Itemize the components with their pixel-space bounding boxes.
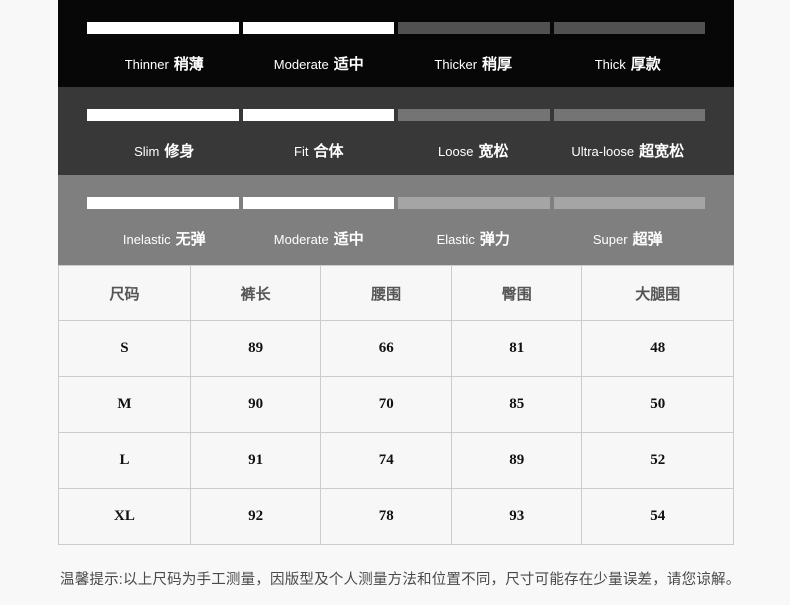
elasticity-label-inelastic: Inelastic 无弹 xyxy=(87,228,242,249)
fit-slim-en: Slim xyxy=(134,144,159,159)
thickness-segment-2 xyxy=(243,22,395,34)
thickness-thicker-zh: 稍厚 xyxy=(482,56,512,73)
fit-scale-labels: Slim 修身 Fit 合体 Loose 宽松 Ultra-loose 超宽松 xyxy=(87,140,705,161)
fit-segment-3 xyxy=(398,109,550,121)
elasticity-moderate-zh: 适中 xyxy=(334,231,364,248)
fit-scale-bar xyxy=(87,109,705,121)
cell-xl-hip: 93 xyxy=(451,489,582,545)
cell-s-hip: 81 xyxy=(451,321,582,377)
thickness-label-moderate: Moderate 适中 xyxy=(242,53,397,74)
fit-segment-4 xyxy=(554,109,706,121)
table-row-s: S 89 66 81 48 xyxy=(59,321,734,377)
table-row-m: M 90 70 85 50 xyxy=(59,377,734,433)
fit-label-slim: Slim 修身 xyxy=(87,140,242,161)
fit-label-fit: Fit 合体 xyxy=(242,140,397,161)
elasticity-inelastic-en: Inelastic xyxy=(123,232,171,247)
fit-fit-en: Fit xyxy=(294,144,308,159)
elasticity-inelastic-zh: 无弹 xyxy=(176,231,206,248)
elasticity-moderate-en: Moderate xyxy=(274,232,329,247)
elasticity-segment-1 xyxy=(87,197,239,209)
cell-xl-size: XL xyxy=(59,489,191,545)
cell-m-size: M xyxy=(59,377,191,433)
fit-loose-en: Loose xyxy=(438,144,473,159)
cell-m-hip: 85 xyxy=(451,377,582,433)
size-table-header-row: 尺码 裤长 腰围 臀围 大腿围 xyxy=(59,266,734,321)
thickness-thinner-zh: 稍薄 xyxy=(174,56,204,73)
elasticity-elastic-en: Elastic xyxy=(437,232,475,247)
fit-segment-1 xyxy=(87,109,239,121)
header-size: 尺码 xyxy=(59,266,191,321)
cell-s-size: S xyxy=(59,321,191,377)
fit-label-loose: Loose 宽松 xyxy=(396,140,551,161)
elasticity-super-zh: 超弹 xyxy=(633,231,663,248)
fit-ultra-loose-zh: 超宽松 xyxy=(639,143,684,160)
elasticity-label-moderate: Moderate 适中 xyxy=(242,228,397,249)
cell-s-waist: 66 xyxy=(321,321,452,377)
thickness-label-thicker: Thicker 稍厚 xyxy=(396,53,551,74)
size-chart-content: Thinner 稍薄 Moderate 适中 Thicker 稍厚 Thick 厚款 S… xyxy=(58,0,734,589)
thickness-thick-en: Thick xyxy=(595,57,626,72)
cell-m-length: 90 xyxy=(190,377,321,433)
size-chart-page: Thinner 稍薄 Moderate 适中 Thicker 稍厚 Thick 厚款 S… xyxy=(0,0,790,605)
elasticity-segment-2 xyxy=(243,197,395,209)
cell-l-thigh: 52 xyxy=(582,433,734,489)
measurement-disclaimer-note: 温馨提示:以上尺码为手工测量，因版型及个人测量方法和位置不同，尺寸可能存在少量误… xyxy=(60,568,734,589)
cell-s-length: 89 xyxy=(190,321,321,377)
cell-xl-length: 92 xyxy=(190,489,321,545)
cell-s-thigh: 48 xyxy=(582,321,734,377)
elasticity-label-super: Super 超弹 xyxy=(551,228,706,249)
elasticity-scale-bar xyxy=(87,197,705,209)
thickness-moderate-zh: 适中 xyxy=(334,56,364,73)
fit-slim-zh: 修身 xyxy=(164,143,194,160)
thickness-scale-bar xyxy=(87,22,705,34)
cell-xl-thigh: 54 xyxy=(582,489,734,545)
fit-ultra-loose-en: Ultra-loose xyxy=(571,144,634,159)
thickness-segment-4 xyxy=(554,22,706,34)
cell-m-waist: 70 xyxy=(321,377,452,433)
header-thigh: 大腿围 xyxy=(582,266,734,321)
cell-xl-waist: 78 xyxy=(321,489,452,545)
thickness-moderate-en: Moderate xyxy=(274,57,329,72)
thickness-label-thinner: Thinner 稍薄 xyxy=(87,53,242,74)
fit-label-ultra-loose: Ultra-loose 超宽松 xyxy=(551,140,706,161)
cell-l-waist: 74 xyxy=(321,433,452,489)
cell-l-size: L xyxy=(59,433,191,489)
elasticity-segment-4 xyxy=(554,197,706,209)
elasticity-label-elastic: Elastic 弹力 xyxy=(396,228,551,249)
size-table: 尺码 裤长 腰围 臀围 大腿围 S 89 66 81 48 M 90 xyxy=(58,265,734,545)
cell-l-length: 91 xyxy=(190,433,321,489)
thickness-scale-labels: Thinner 稍薄 Moderate 适中 Thicker 稍厚 Thick 厚款 xyxy=(87,53,705,74)
elasticity-super-en: Super xyxy=(593,232,628,247)
elasticity-segment-3 xyxy=(398,197,550,209)
elasticity-scale-labels: Inelastic 无弹 Moderate 适中 Elastic 弹力 Super 超弹 xyxy=(87,228,705,249)
thickness-segment-3 xyxy=(398,22,550,34)
thickness-thinner-en: Thinner xyxy=(125,57,169,72)
thickness-panel: Thinner 稍薄 Moderate 适中 Thicker 稍厚 Thick 厚款 xyxy=(58,0,734,87)
elasticity-panel: Inelastic 无弹 Moderate 适中 Elastic 弹力 Super 超弹 xyxy=(58,175,734,265)
header-pants-length: 裤长 xyxy=(190,266,321,321)
thickness-thicker-en: Thicker xyxy=(434,57,477,72)
header-hip: 臀围 xyxy=(451,266,582,321)
thickness-segment-1 xyxy=(87,22,239,34)
thickness-label-thick: Thick 厚款 xyxy=(551,53,706,74)
cell-m-thigh: 50 xyxy=(582,377,734,433)
fit-segment-2 xyxy=(243,109,395,121)
fit-loose-zh: 宽松 xyxy=(478,143,508,160)
fit-panel: Slim 修身 Fit 合体 Loose 宽松 Ultra-loose 超宽松 xyxy=(58,87,734,175)
table-row-xl: XL 92 78 93 54 xyxy=(59,489,734,545)
header-waist: 腰围 xyxy=(321,266,452,321)
fit-fit-zh: 合体 xyxy=(313,143,343,160)
cell-l-hip: 89 xyxy=(451,433,582,489)
table-row-l: L 91 74 89 52 xyxy=(59,433,734,489)
elasticity-elastic-zh: 弹力 xyxy=(480,231,510,248)
thickness-thick-zh: 厚款 xyxy=(631,56,661,73)
